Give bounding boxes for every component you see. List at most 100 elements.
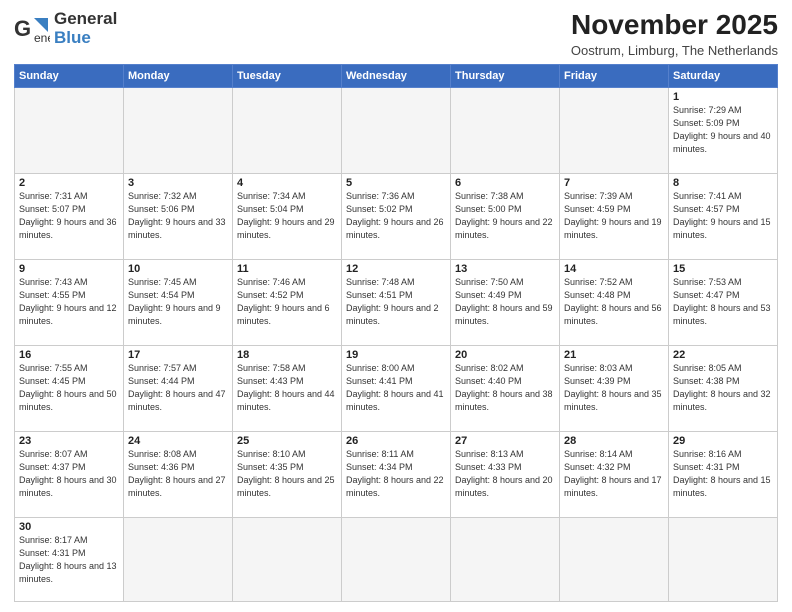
title-block: November 2025 Oostrum, Limburg, The Neth… bbox=[571, 10, 778, 58]
day-number: 7 bbox=[564, 177, 664, 189]
day-info: Sunrise: 8:17 AM Sunset: 4:31 PM Dayligh… bbox=[19, 534, 119, 586]
calendar-cell: 17Sunrise: 7:57 AM Sunset: 4:44 PM Dayli… bbox=[124, 345, 233, 431]
day-info: Sunrise: 7:53 AM Sunset: 4:47 PM Dayligh… bbox=[673, 276, 773, 328]
calendar-cell bbox=[124, 87, 233, 173]
calendar-cell: 26Sunrise: 8:11 AM Sunset: 4:34 PM Dayli… bbox=[342, 431, 451, 517]
calendar-cell: 28Sunrise: 8:14 AM Sunset: 4:32 PM Dayli… bbox=[560, 431, 669, 517]
day-number: 14 bbox=[564, 263, 664, 275]
calendar-cell: 27Sunrise: 8:13 AM Sunset: 4:33 PM Dayli… bbox=[451, 431, 560, 517]
day-info: Sunrise: 7:46 AM Sunset: 4:52 PM Dayligh… bbox=[237, 276, 337, 328]
day-number: 25 bbox=[237, 435, 337, 447]
day-number: 27 bbox=[455, 435, 555, 447]
day-number: 12 bbox=[346, 263, 446, 275]
day-info: Sunrise: 7:45 AM Sunset: 4:54 PM Dayligh… bbox=[128, 276, 228, 328]
day-number: 9 bbox=[19, 263, 119, 275]
calendar-week-1: 1Sunrise: 7:29 AM Sunset: 5:09 PM Daylig… bbox=[15, 87, 778, 173]
calendar-cell: 20Sunrise: 8:02 AM Sunset: 4:40 PM Dayli… bbox=[451, 345, 560, 431]
calendar-cell bbox=[15, 87, 124, 173]
col-header-tuesday: Tuesday bbox=[233, 64, 342, 87]
month-title: November 2025 bbox=[571, 10, 778, 41]
day-number: 29 bbox=[673, 435, 773, 447]
svg-text:eneral: eneral bbox=[34, 31, 50, 44]
day-info: Sunrise: 7:32 AM Sunset: 5:06 PM Dayligh… bbox=[128, 190, 228, 242]
day-number: 5 bbox=[346, 177, 446, 189]
day-info: Sunrise: 7:58 AM Sunset: 4:43 PM Dayligh… bbox=[237, 362, 337, 414]
day-number: 6 bbox=[455, 177, 555, 189]
day-info: Sunrise: 7:52 AM Sunset: 4:48 PM Dayligh… bbox=[564, 276, 664, 328]
logo-icon: G eneral bbox=[14, 14, 50, 44]
calendar-cell: 19Sunrise: 8:00 AM Sunset: 4:41 PM Dayli… bbox=[342, 345, 451, 431]
day-info: Sunrise: 7:41 AM Sunset: 4:57 PM Dayligh… bbox=[673, 190, 773, 242]
day-info: Sunrise: 8:03 AM Sunset: 4:39 PM Dayligh… bbox=[564, 362, 664, 414]
day-info: Sunrise: 8:13 AM Sunset: 4:33 PM Dayligh… bbox=[455, 448, 555, 500]
day-number: 4 bbox=[237, 177, 337, 189]
calendar-cell: 2Sunrise: 7:31 AM Sunset: 5:07 PM Daylig… bbox=[15, 173, 124, 259]
calendar-cell: 30Sunrise: 8:17 AM Sunset: 4:31 PM Dayli… bbox=[15, 518, 124, 602]
day-info: Sunrise: 8:05 AM Sunset: 4:38 PM Dayligh… bbox=[673, 362, 773, 414]
calendar-cell: 7Sunrise: 7:39 AM Sunset: 4:59 PM Daylig… bbox=[560, 173, 669, 259]
calendar-cell: 11Sunrise: 7:46 AM Sunset: 4:52 PM Dayli… bbox=[233, 259, 342, 345]
calendar-cell bbox=[451, 518, 560, 602]
calendar-week-4: 16Sunrise: 7:55 AM Sunset: 4:45 PM Dayli… bbox=[15, 345, 778, 431]
day-info: Sunrise: 8:11 AM Sunset: 4:34 PM Dayligh… bbox=[346, 448, 446, 500]
calendar-table: SundayMondayTuesdayWednesdayThursdayFrid… bbox=[14, 64, 778, 602]
day-number: 24 bbox=[128, 435, 228, 447]
calendar-cell: 4Sunrise: 7:34 AM Sunset: 5:04 PM Daylig… bbox=[233, 173, 342, 259]
day-number: 15 bbox=[673, 263, 773, 275]
day-number: 30 bbox=[19, 521, 119, 533]
col-header-sunday: Sunday bbox=[15, 64, 124, 87]
day-info: Sunrise: 8:10 AM Sunset: 4:35 PM Dayligh… bbox=[237, 448, 337, 500]
calendar-cell: 12Sunrise: 7:48 AM Sunset: 4:51 PM Dayli… bbox=[342, 259, 451, 345]
calendar-cell: 10Sunrise: 7:45 AM Sunset: 4:54 PM Dayli… bbox=[124, 259, 233, 345]
day-number: 16 bbox=[19, 349, 119, 361]
day-info: Sunrise: 7:39 AM Sunset: 4:59 PM Dayligh… bbox=[564, 190, 664, 242]
day-info: Sunrise: 7:36 AM Sunset: 5:02 PM Dayligh… bbox=[346, 190, 446, 242]
day-info: Sunrise: 7:31 AM Sunset: 5:07 PM Dayligh… bbox=[19, 190, 119, 242]
col-header-wednesday: Wednesday bbox=[342, 64, 451, 87]
calendar-header-row: SundayMondayTuesdayWednesdayThursdayFrid… bbox=[15, 64, 778, 87]
day-number: 19 bbox=[346, 349, 446, 361]
calendar-cell bbox=[124, 518, 233, 602]
logo-general: General bbox=[54, 10, 117, 29]
day-number: 26 bbox=[346, 435, 446, 447]
calendar-cell: 1Sunrise: 7:29 AM Sunset: 5:09 PM Daylig… bbox=[669, 87, 778, 173]
calendar-cell bbox=[342, 518, 451, 602]
calendar-cell bbox=[669, 518, 778, 602]
day-info: Sunrise: 8:02 AM Sunset: 4:40 PM Dayligh… bbox=[455, 362, 555, 414]
calendar-cell: 24Sunrise: 8:08 AM Sunset: 4:36 PM Dayli… bbox=[124, 431, 233, 517]
calendar-cell: 21Sunrise: 8:03 AM Sunset: 4:39 PM Dayli… bbox=[560, 345, 669, 431]
calendar-week-6: 30Sunrise: 8:17 AM Sunset: 4:31 PM Dayli… bbox=[15, 518, 778, 602]
logo: G eneral General Blue bbox=[14, 10, 117, 47]
day-info: Sunrise: 7:34 AM Sunset: 5:04 PM Dayligh… bbox=[237, 190, 337, 242]
day-number: 3 bbox=[128, 177, 228, 189]
day-info: Sunrise: 8:07 AM Sunset: 4:37 PM Dayligh… bbox=[19, 448, 119, 500]
calendar-cell bbox=[560, 518, 669, 602]
day-info: Sunrise: 7:43 AM Sunset: 4:55 PM Dayligh… bbox=[19, 276, 119, 328]
day-number: 2 bbox=[19, 177, 119, 189]
calendar-cell bbox=[342, 87, 451, 173]
day-info: Sunrise: 7:55 AM Sunset: 4:45 PM Dayligh… bbox=[19, 362, 119, 414]
day-number: 8 bbox=[673, 177, 773, 189]
calendar-cell: 15Sunrise: 7:53 AM Sunset: 4:47 PM Dayli… bbox=[669, 259, 778, 345]
calendar-week-5: 23Sunrise: 8:07 AM Sunset: 4:37 PM Dayli… bbox=[15, 431, 778, 517]
calendar-cell bbox=[560, 87, 669, 173]
day-number: 17 bbox=[128, 349, 228, 361]
day-number: 1 bbox=[673, 91, 773, 103]
col-header-saturday: Saturday bbox=[669, 64, 778, 87]
day-info: Sunrise: 7:48 AM Sunset: 4:51 PM Dayligh… bbox=[346, 276, 446, 328]
day-number: 10 bbox=[128, 263, 228, 275]
day-info: Sunrise: 7:50 AM Sunset: 4:49 PM Dayligh… bbox=[455, 276, 555, 328]
day-info: Sunrise: 7:29 AM Sunset: 5:09 PM Dayligh… bbox=[673, 104, 773, 156]
calendar-cell: 22Sunrise: 8:05 AM Sunset: 4:38 PM Dayli… bbox=[669, 345, 778, 431]
calendar-cell: 14Sunrise: 7:52 AM Sunset: 4:48 PM Dayli… bbox=[560, 259, 669, 345]
day-number: 18 bbox=[237, 349, 337, 361]
logo-blue: Blue bbox=[54, 29, 117, 48]
calendar-cell: 29Sunrise: 8:16 AM Sunset: 4:31 PM Dayli… bbox=[669, 431, 778, 517]
day-info: Sunrise: 8:00 AM Sunset: 4:41 PM Dayligh… bbox=[346, 362, 446, 414]
subtitle: Oostrum, Limburg, The Netherlands bbox=[571, 43, 778, 58]
calendar-cell bbox=[233, 87, 342, 173]
calendar-cell bbox=[233, 518, 342, 602]
page: G eneral General Blue November 2025 Oost… bbox=[0, 0, 792, 612]
day-number: 20 bbox=[455, 349, 555, 361]
svg-text:G: G bbox=[14, 16, 31, 41]
